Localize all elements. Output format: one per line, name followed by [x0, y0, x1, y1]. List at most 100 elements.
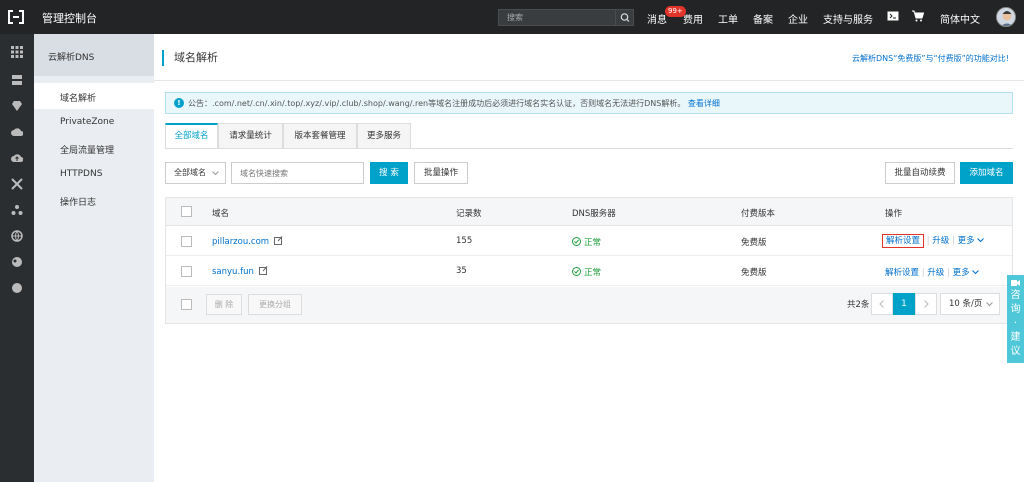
tab-all-domains[interactable]: 全部域名: [165, 123, 218, 149]
nav-enterprise[interactable]: 企业: [788, 11, 808, 26]
server-icon[interactable]: [11, 74, 23, 86]
circle-icon[interactable]: [11, 282, 23, 294]
terminal-icon[interactable]: [887, 10, 899, 22]
domain-table: 域名 记录数 DNS服务器 付费版本 操作 pillarzou.com 155 …: [165, 197, 1013, 324]
sidebar-item-httpdns[interactable]: HTTPDNS: [34, 161, 154, 187]
edit-icon[interactable]: [273, 236, 283, 245]
language-switch[interactable]: 简体中文: [940, 11, 980, 26]
chevron-down-icon: [986, 302, 993, 307]
row-checkbox[interactable]: [181, 236, 192, 247]
video-icon: [1011, 280, 1020, 286]
top-bar: 管理控制台 消息 99+ 费用 工单 备案 企业 支持与服务 简体中文: [0, 0, 1024, 34]
search-icon[interactable]: [615, 10, 633, 25]
more-dropdown[interactable]: 更多: [953, 268, 980, 278]
nav-icp[interactable]: 备案: [753, 11, 773, 26]
upgrade-link[interactable]: 升级: [927, 268, 944, 278]
gem-icon[interactable]: [11, 100, 23, 112]
nav-support[interactable]: 支持与服务: [823, 11, 873, 26]
dns-sidebar: 云解析DNS 域名解析 PrivateZone 全局流量管理 HTTPDNS 操…: [34, 34, 154, 482]
col-records: 记录数: [456, 209, 482, 219]
domain-search-input[interactable]: [231, 162, 364, 184]
aliyun-logo-icon[interactable]: [7, 10, 25, 24]
prev-page-button[interactable]: [871, 293, 893, 315]
total-count: 共2条: [847, 300, 870, 310]
page-1-button[interactable]: 1: [893, 293, 915, 315]
check-circle-icon: [572, 237, 581, 246]
cluster-icon[interactable]: [11, 204, 23, 216]
sidebar-item-domain-resolution[interactable]: 域名解析: [34, 83, 154, 109]
col-actions: 操作: [885, 209, 903, 219]
edit-icon[interactable]: [258, 266, 268, 275]
main-content: 域名解析 云解析DNS“免费版”与“付费版”的功能对比! ! 公告：.com/.…: [154, 34, 1024, 482]
cloud-icon[interactable]: [11, 126, 23, 138]
col-domain: 域名: [212, 209, 230, 219]
domain-link[interactable]: pillarzou.com: [212, 237, 269, 247]
dns-settings-link[interactable]: 解析设置: [882, 234, 925, 248]
plan-version: 免费版: [741, 268, 767, 278]
header-divider: [154, 80, 1024, 81]
dns-settings-link[interactable]: 解析设置: [885, 268, 919, 278]
sidebar-item-operation-log[interactable]: 操作日志: [34, 187, 154, 213]
tab-request-stats[interactable]: 请求量统计: [218, 123, 283, 149]
info-icon: !: [174, 98, 184, 108]
global-search[interactable]: [498, 9, 634, 26]
sidebar-header: 云解析DNS: [34, 34, 154, 76]
dns-status: 正常: [572, 236, 601, 248]
chevron-down-icon: [972, 270, 980, 275]
sidebar-item-global-traffic[interactable]: 全局流量管理: [34, 135, 154, 161]
sidebar-item-privatezone[interactable]: PrivateZone: [34, 109, 154, 135]
table-footer: 删 除 更换分组 共2条 1 10 条/页: [166, 287, 1012, 323]
upgrade-link[interactable]: 升级: [932, 236, 949, 246]
delete-button[interactable]: 删 除: [206, 294, 242, 315]
cdn-icon[interactable]: [11, 256, 23, 268]
more-dropdown[interactable]: 更多: [958, 236, 985, 246]
table-header: 域名 记录数 DNS服务器 付费版本 操作: [166, 198, 1012, 226]
tab-more-services[interactable]: 更多服务: [357, 123, 411, 149]
notice-banner: ! 公告：.com/.net/.cn/.xin/.top/.xyz/.vip/.…: [165, 92, 1013, 114]
table-row: sanyu.fun 35 正常 免费版 解析设置 | 升级 | 更多: [166, 256, 1012, 286]
chevron-right-icon: [924, 300, 929, 308]
add-domain-button[interactable]: 添加域名: [960, 162, 1013, 184]
table-row: pillarzou.com 155 正常 免费版 解析设置 | 升级 | 更多: [166, 226, 1012, 256]
domain-group-select[interactable]: 全部域名: [165, 162, 226, 184]
batch-operation-button[interactable]: 批量操作: [414, 162, 468, 184]
domain-group-value: 全部域名: [174, 168, 206, 177]
dns-status: 正常: [572, 266, 601, 278]
nav-tickets[interactable]: 工单: [718, 11, 738, 26]
nav-billing[interactable]: 费用: [683, 11, 703, 26]
col-dns-server: DNS服务器: [572, 209, 616, 219]
grid-icon[interactable]: [11, 46, 23, 58]
messages-link[interactable]: 消息: [647, 11, 667, 26]
search-input[interactable]: [499, 10, 615, 25]
version-compare-link[interactable]: 云解析DNS“免费版”与“付费版”的功能对比!: [852, 53, 1009, 64]
notice-more-link[interactable]: 查看详细: [688, 99, 720, 108]
console-title[interactable]: 管理控制台: [42, 10, 97, 26]
network-icon[interactable]: [11, 178, 23, 190]
cart-icon[interactable]: [912, 10, 924, 22]
batch-auto-renew-button[interactable]: 批量自动续费: [885, 162, 955, 184]
domain-link[interactable]: sanyu.fun: [212, 267, 254, 277]
footer-select-checkbox[interactable]: [181, 299, 192, 310]
row-checkbox[interactable]: [181, 266, 192, 277]
consult-label: 咨询·建议: [1010, 290, 1021, 357]
tab-divider: [165, 148, 1013, 149]
notice-text: 公告：.com/.net/.cn/.xin/.top/.xyz/.vip/.cl…: [188, 99, 686, 108]
user-avatar[interactable]: [996, 7, 1016, 27]
record-count: 35: [456, 266, 467, 276]
chevron-left-icon: [879, 300, 884, 308]
chevron-down-icon: [212, 171, 219, 176]
col-version: 付费版本: [741, 209, 776, 219]
select-all-checkbox[interactable]: [181, 206, 192, 217]
tab-plan-management[interactable]: 版本套餐管理: [283, 123, 357, 149]
product-rail: [0, 34, 34, 482]
globe-icon[interactable]: [11, 230, 23, 242]
cloud-upload-icon[interactable]: [11, 152, 23, 164]
change-group-button[interactable]: 更换分组: [248, 294, 302, 315]
search-button[interactable]: 搜 索: [370, 162, 408, 184]
consult-feedback-button[interactable]: 咨询·建议: [1007, 275, 1024, 363]
page-size-select[interactable]: 10 条/页: [940, 293, 1000, 315]
plan-version: 免费版: [741, 238, 767, 248]
check-circle-icon: [572, 267, 581, 276]
next-page-button[interactable]: [915, 293, 937, 315]
chevron-down-icon: [977, 238, 985, 243]
